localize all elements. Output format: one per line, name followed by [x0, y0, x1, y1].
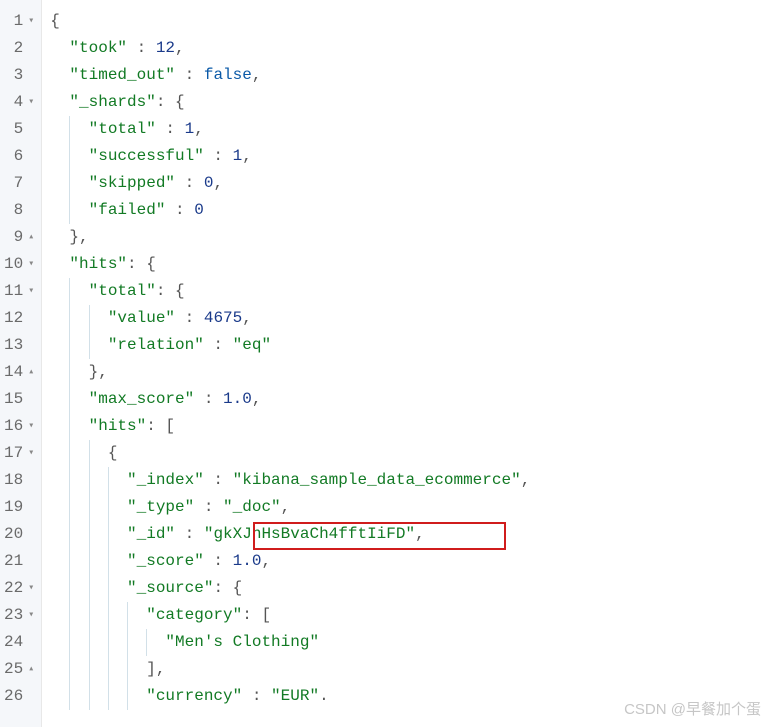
fold-icon[interactable]: ▴ [25, 224, 37, 251]
gutter-row: 4▾ [4, 89, 39, 116]
code-line: "value" : 4675, [50, 305, 775, 332]
gutter-row: 2 [4, 35, 39, 62]
gutter-row: 25▴ [4, 656, 39, 683]
gutter-row: 21 [4, 548, 39, 575]
fold-icon[interactable]: ▾ [25, 575, 37, 602]
gutter-row: 5 [4, 116, 39, 143]
line-gutter: 1▾ 2 3 4▾ 5 6 7 8 9▴ 10▾ 11▾ 12 13 14▴ 1… [0, 0, 42, 727]
gutter-row: 11▾ [4, 278, 39, 305]
code-line: "hits": [ [50, 413, 775, 440]
code-line: "total": { [50, 278, 775, 305]
code-editor: 1▾ 2 3 4▾ 5 6 7 8 9▴ 10▾ 11▾ 12 13 14▴ 1… [0, 0, 775, 727]
gutter-row: 9▴ [4, 224, 39, 251]
code-line: }, [50, 359, 775, 386]
code-line: "category": [ [50, 602, 775, 629]
code-line: "_shards": { [50, 89, 775, 116]
fold-icon[interactable]: ▴ [25, 656, 37, 683]
gutter-row: 18 [4, 467, 39, 494]
code-line: }, [50, 224, 775, 251]
code-line: "hits": { [50, 251, 775, 278]
gutter-row: 1▾ [4, 8, 39, 35]
code-line: "_id" : "gkXJhHsBvaCh4fftIiFD", [50, 521, 775, 548]
gutter-row: 8 [4, 197, 39, 224]
gutter-row: 10▾ [4, 251, 39, 278]
fold-icon[interactable]: ▾ [25, 251, 37, 278]
code-line: "skipped" : 0, [50, 170, 775, 197]
gutter-row: 16▾ [4, 413, 39, 440]
code-area[interactable]: { "took" : 12, "timed_out" : false, "_sh… [42, 0, 775, 727]
gutter-row: 3 [4, 62, 39, 89]
code-line: "_type" : "_doc", [50, 494, 775, 521]
gutter-row: 23▾ [4, 602, 39, 629]
fold-icon[interactable]: ▾ [25, 440, 37, 467]
code-line: { [50, 440, 775, 467]
gutter-row: 14▴ [4, 359, 39, 386]
fold-icon[interactable]: ▾ [25, 278, 37, 305]
code-line: "_index" : "kibana_sample_data_ecommerce… [50, 467, 775, 494]
gutter-row: 13 [4, 332, 39, 359]
code-line: "failed" : 0 [50, 197, 775, 224]
code-line: "max_score" : 1.0, [50, 386, 775, 413]
gutter-row: 22▾ [4, 575, 39, 602]
fold-icon[interactable]: ▾ [25, 413, 37, 440]
code-line: "_score" : 1.0, [50, 548, 775, 575]
gutter-row: 12 [4, 305, 39, 332]
gutter-row: 20 [4, 521, 39, 548]
gutter-row: 17▾ [4, 440, 39, 467]
watermark-text: CSDN @早餐加个蛋 [624, 698, 761, 719]
code-line: ], [50, 656, 775, 683]
code-line: "took" : 12, [50, 35, 775, 62]
code-line: "_source": { [50, 575, 775, 602]
code-line: "Men's Clothing" [50, 629, 775, 656]
gutter-row: 15 [4, 386, 39, 413]
fold-icon[interactable]: ▴ [25, 359, 37, 386]
code-line: "relation" : "eq" [50, 332, 775, 359]
fold-icon[interactable]: ▾ [25, 8, 37, 35]
highlighted-id-value: "gkXJhHsBvaCh4fftIiFD" [204, 525, 415, 543]
fold-icon[interactable]: ▾ [25, 89, 37, 116]
gutter-row: 26 [4, 683, 39, 710]
gutter-row: 24 [4, 629, 39, 656]
code-line: "successful" : 1, [50, 143, 775, 170]
gutter-row: 7 [4, 170, 39, 197]
gutter-row: 6 [4, 143, 39, 170]
code-line: "total" : 1, [50, 116, 775, 143]
gutter-row: 19 [4, 494, 39, 521]
code-line: "timed_out" : false, [50, 62, 775, 89]
code-line: { [50, 8, 775, 35]
fold-icon[interactable]: ▾ [25, 602, 37, 629]
